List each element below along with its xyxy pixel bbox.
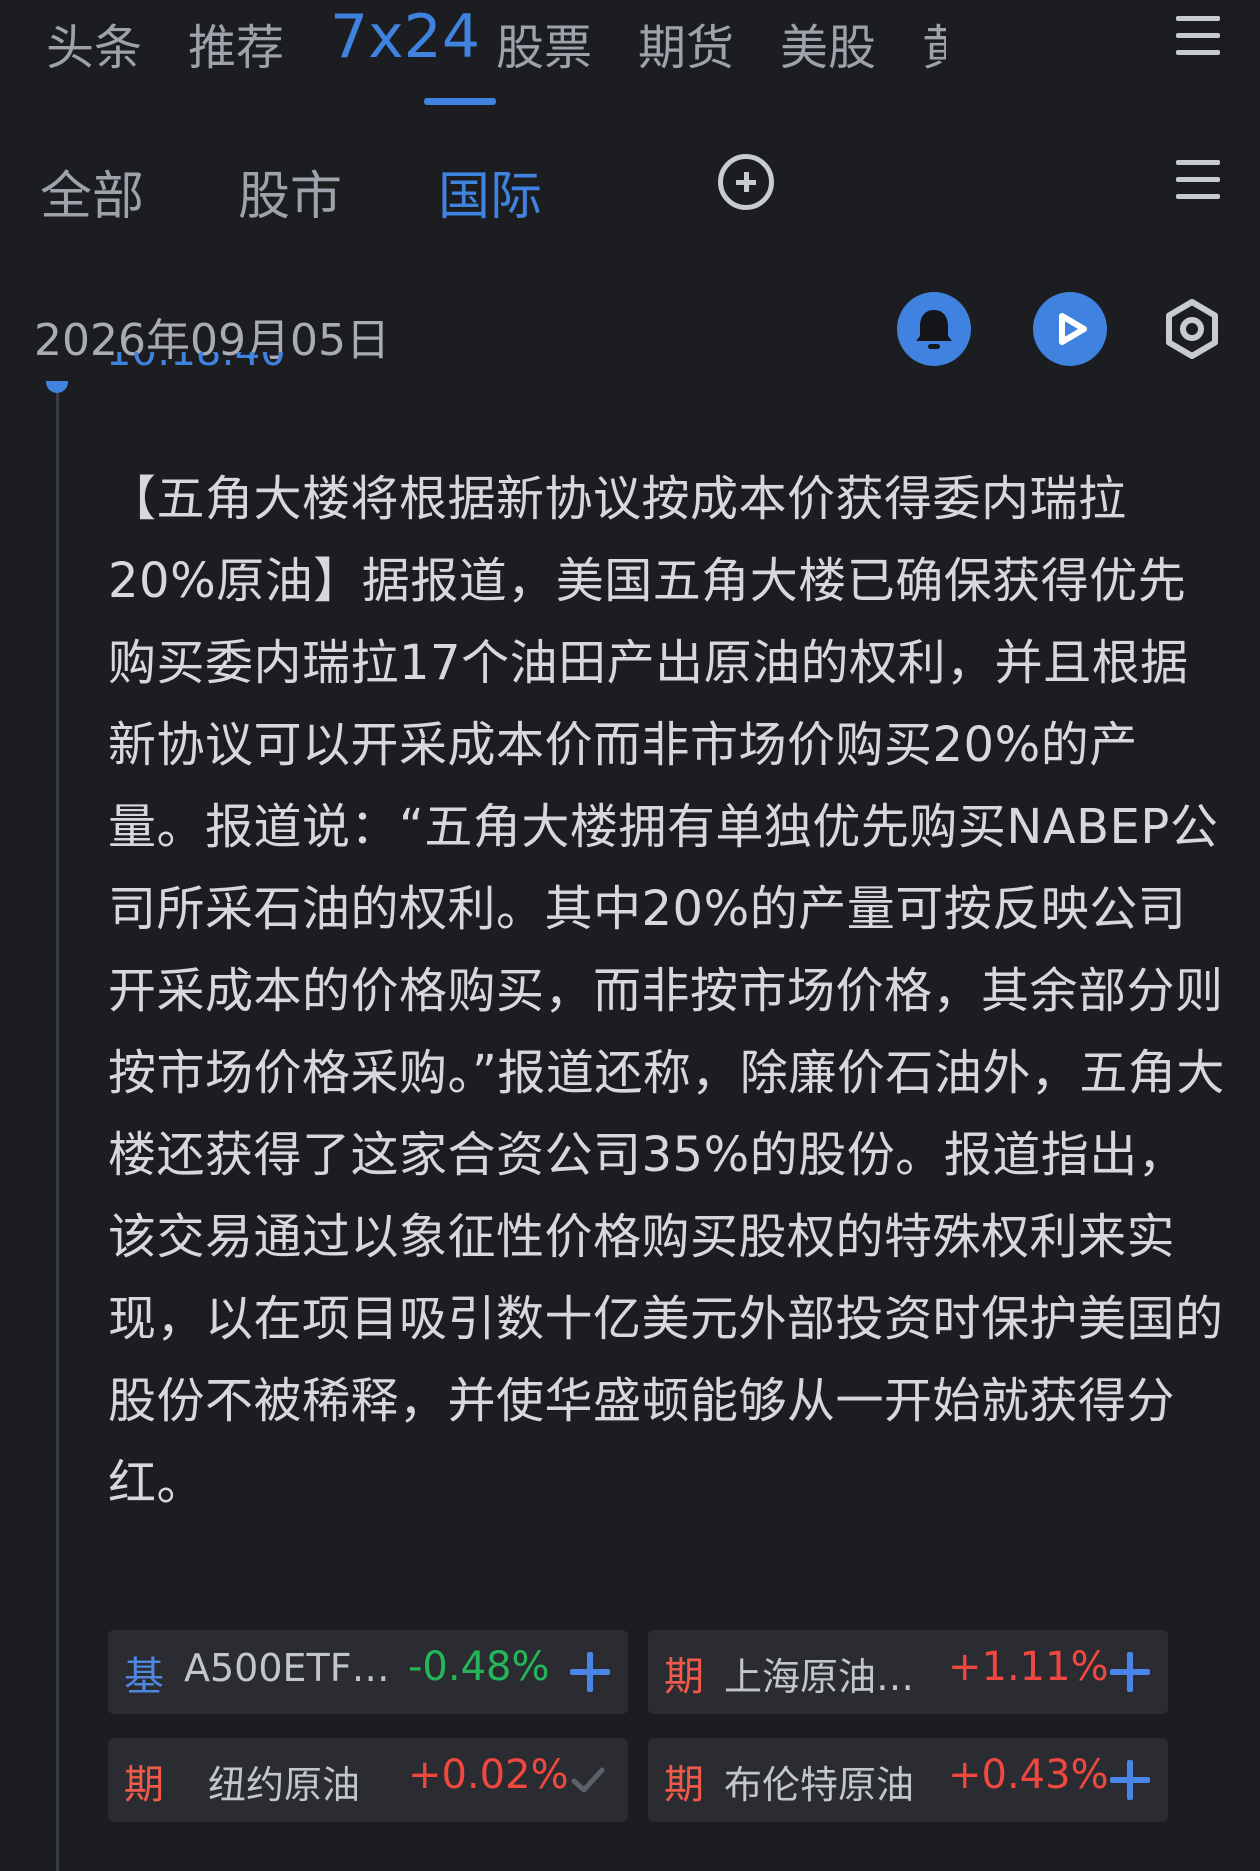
- tab-stocks[interactable]: 股票: [496, 8, 592, 78]
- tab-7x24[interactable]: 7x24: [330, 2, 480, 72]
- quote-change: +1.11%: [948, 1644, 1109, 1690]
- add-watchlist-icon[interactable]: [1110, 1760, 1150, 1800]
- channel-menu-icon[interactable]: [1176, 160, 1220, 200]
- play-icon: [1059, 313, 1087, 345]
- settings-icon: [1166, 299, 1218, 359]
- add-watchlist-icon[interactable]: [1110, 1652, 1150, 1692]
- timeline-dot: [46, 381, 68, 393]
- quote-change: -0.48%: [408, 1644, 550, 1690]
- quote-name: 纽约原油: [208, 1763, 361, 1807]
- quote-chip[interactable]: 基 A500ETF… -0.48%: [108, 1630, 628, 1714]
- news-time-value: 10:18:40: [106, 352, 286, 375]
- quote-name: 布伦特原油: [724, 1763, 915, 1807]
- timeline-line: [56, 384, 59, 1871]
- bell-icon: [916, 310, 952, 349]
- tab-recommended[interactable]: 推荐: [188, 8, 284, 78]
- active-tab-indicator: [424, 98, 496, 105]
- subtab-all[interactable]: 全部: [40, 154, 144, 229]
- check-icon[interactable]: [568, 1760, 608, 1800]
- add-channel-icon[interactable]: [718, 154, 774, 210]
- subtab-international[interactable]: 国际: [438, 154, 542, 229]
- subtab-stock-market[interactable]: 股市: [238, 154, 342, 229]
- news-time: 10:18:40: [106, 352, 286, 392]
- quote-type: 期: [664, 1654, 704, 1700]
- settings-button[interactable]: [1155, 292, 1229, 366]
- news-content[interactable]: 【五角大楼将根据新协议按成本价获得委内瑞拉20%原油】据报道，美国五角大楼已确保…: [108, 458, 1226, 1524]
- quote-name: A500ETF…: [184, 1646, 390, 1690]
- play-button[interactable]: [1033, 292, 1107, 366]
- quote-type: 基: [124, 1654, 164, 1700]
- quote-chip[interactable]: 期 布伦特原油 +0.43%: [648, 1738, 1168, 1822]
- quote-change: +0.43%: [948, 1752, 1109, 1798]
- quote-name: 上海原油…: [724, 1655, 915, 1699]
- top-nav: 头条 推荐 7x24 股票 期货 美股 黄: [0, 0, 1260, 110]
- quote-type: 期: [124, 1762, 164, 1808]
- tab-headlines[interactable]: 头条: [46, 8, 142, 78]
- quote-type: 期: [664, 1762, 704, 1808]
- notification-button[interactable]: [897, 292, 971, 366]
- tab-gold-partial[interactable]: 黄: [922, 8, 946, 78]
- menu-icon[interactable]: [1176, 16, 1220, 56]
- quote-chip[interactable]: 期 上海原油… +1.11%: [648, 1630, 1168, 1714]
- quote-chip[interactable]: 期 纽约原油 +0.02%: [108, 1738, 628, 1822]
- add-watchlist-icon[interactable]: [570, 1652, 610, 1692]
- tab-us-stocks[interactable]: 美股: [780, 8, 876, 78]
- quote-change: +0.02%: [408, 1752, 569, 1798]
- tab-futures[interactable]: 期货: [638, 8, 734, 78]
- sub-nav: 全部 股市 国际: [0, 130, 1260, 240]
